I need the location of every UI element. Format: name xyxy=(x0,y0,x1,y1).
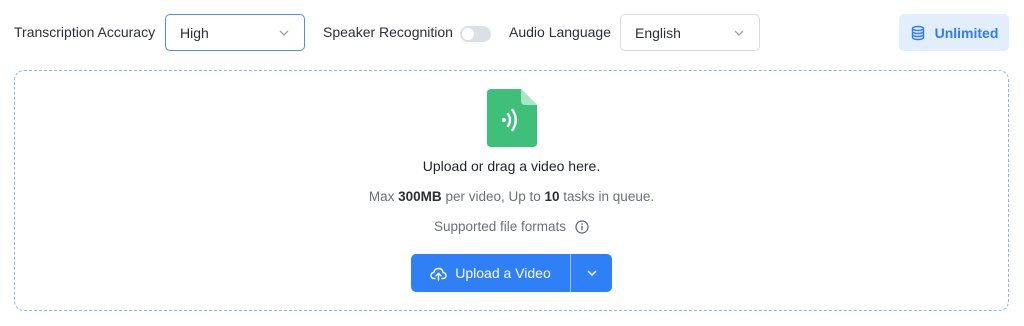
speaker-recognition-toggle[interactable] xyxy=(460,26,491,42)
info-icon[interactable] xyxy=(575,219,589,234)
limits-middle: per video, Up to xyxy=(441,189,545,204)
limits-prefix: Max xyxy=(368,189,399,204)
accuracy-label: Transcription Accuracy xyxy=(14,24,156,40)
upload-dropzone[interactable]: Upload or drag a video here. Max 300MB p… xyxy=(14,70,1009,311)
accuracy-select[interactable]: High xyxy=(165,14,305,51)
max-tasks: 10 xyxy=(544,189,560,204)
chevron-down-icon xyxy=(734,30,744,36)
language-select[interactable]: English xyxy=(620,14,760,51)
upload-limits: Max 300MB per video, Up to 10 tasks in q… xyxy=(15,189,1008,204)
cloud-upload-icon xyxy=(430,267,447,281)
settings-toolbar: Transcription Accuracy High Speaker Reco… xyxy=(0,0,1024,64)
speaker-label: Speaker Recognition xyxy=(323,24,453,40)
max-size: 300MB xyxy=(398,189,442,204)
toggle-knob xyxy=(462,28,474,40)
supported-formats: Supported file formats xyxy=(15,219,1008,234)
plan-badge[interactable]: Unlimited xyxy=(899,14,1009,51)
upload-options-button[interactable] xyxy=(571,254,612,292)
audio-file-icon xyxy=(487,89,537,147)
upload-video-button[interactable]: Upload a Video xyxy=(411,254,570,292)
database-icon xyxy=(911,25,924,40)
language-value: English xyxy=(635,24,681,41)
upload-title: Upload or drag a video here. xyxy=(422,158,601,174)
limits-suffix: tasks in queue. xyxy=(559,189,655,204)
chevron-down-icon xyxy=(279,30,289,36)
formats-label: Supported file formats xyxy=(433,219,567,234)
chevron-down-icon xyxy=(586,270,597,277)
upload-button-label: Upload a Video xyxy=(455,265,551,281)
accuracy-value: High xyxy=(180,24,209,41)
language-label: Audio Language xyxy=(509,24,611,40)
upload-button-group: Upload a Video xyxy=(411,254,612,292)
plan-label: Unlimited xyxy=(934,24,999,41)
